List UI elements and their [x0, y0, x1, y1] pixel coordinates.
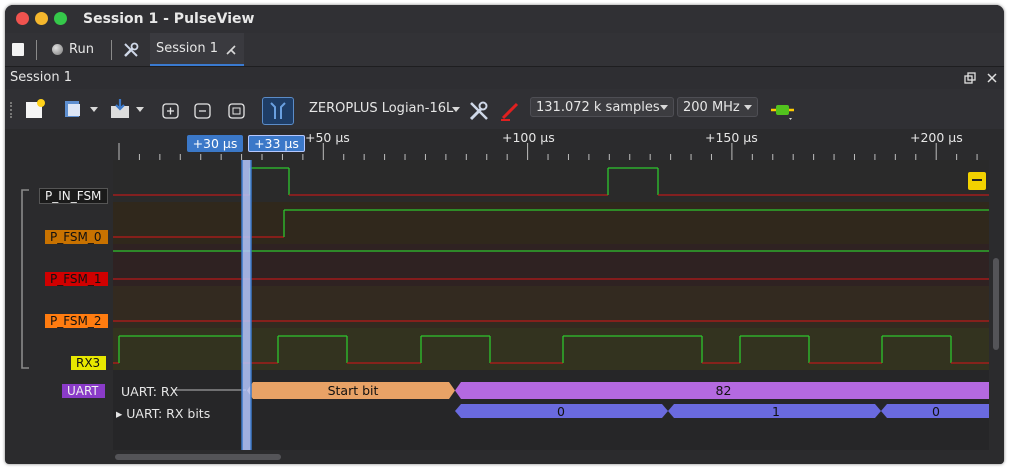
new-document-icon[interactable] — [12, 43, 24, 56]
device-config-icon[interactable] — [468, 100, 490, 122]
pulseview-window: Session 1 - PulseView Run Session 1 Sess… — [5, 5, 1004, 464]
session-dock-title: Session 1 — [10, 70, 73, 85]
session-toolbar: ZEROPLUS Logian-16L 131.072 k samples 20… — [5, 89, 1004, 129]
save-menu-arrow[interactable] — [136, 107, 144, 112]
cursor-2-flag[interactable]: +33 µs — [248, 135, 305, 152]
new-session-icon[interactable] — [24, 98, 46, 120]
tab-session-1[interactable]: Session 1 — [150, 33, 244, 66]
open-file-icon[interactable] — [63, 99, 85, 119]
channel-label-p-fsm-2[interactable]: P_FSM_2 — [45, 314, 108, 328]
annotation-bit-0[interactable]: 0 — [458, 404, 664, 419]
add-decoder-icon[interactable] — [770, 101, 796, 121]
main-toolbar: Run Session 1 — [5, 33, 1004, 67]
close-window-button[interactable] — [16, 12, 29, 25]
sample-count-value: 131.072 k samples — [536, 99, 660, 115]
probe-config-icon[interactable] — [500, 100, 524, 122]
trace-view[interactable]: UART: RX ▸ UART: RX bits Start bit 82 0 … — [113, 160, 989, 450]
channel-label-p-fsm-1[interactable]: P_FSM_1 — [45, 272, 108, 286]
zoom-fit-icon[interactable] — [228, 103, 246, 119]
ruler-label-50: +50 µs — [305, 130, 350, 145]
session-dock-bar: Session 1 — [5, 67, 1004, 89]
device-menu-arrow[interactable] — [452, 107, 460, 112]
cursor-2-time: +33 µs — [254, 136, 299, 151]
channel-label-rx3[interactable]: RX3 — [71, 356, 107, 370]
channel-label-p-in-fsm[interactable]: P_IN_FSM — [39, 188, 109, 204]
annotation-data-82[interactable]: 82 — [458, 382, 989, 399]
vertical-scroll-thumb[interactable] — [993, 258, 999, 350]
time-ruler[interactable]: +50 µs +100 µs +150 µs +200 µs +30 µs +3… — [113, 129, 989, 160]
zoom-in-icon[interactable] — [162, 103, 180, 119]
tab-close-icon[interactable] — [225, 44, 237, 56]
device-selector[interactable]: ZEROPLUS Logian-16L — [309, 93, 453, 123]
ruler-label-100: +100 µs — [502, 130, 555, 145]
channel-headers: P_IN_FSM P_FSM_0 P_FSM_1 P_FSM_2 RX3 UAR… — [5, 160, 113, 450]
float-dock-icon[interactable] — [964, 72, 976, 84]
trigger-marker-icon[interactable] — [968, 172, 986, 190]
ruler-label-200: +200 µs — [910, 130, 963, 145]
channel-label-p-fsm-0[interactable]: P_FSM_0 — [45, 230, 108, 244]
uart-rx-row-label: UART: RX — [121, 384, 179, 399]
zoom-out-icon[interactable] — [194, 103, 212, 119]
samplerate-select[interactable]: 200 MHz — [677, 97, 758, 117]
horizontal-scroll-thumb[interactable] — [115, 454, 281, 460]
open-menu-arrow[interactable] — [90, 107, 98, 112]
run-status-icon — [52, 44, 63, 55]
sample-count-select[interactable]: 131.072 k samples — [530, 97, 674, 117]
samplerate-value: 200 MHz — [683, 99, 740, 115]
title-bar: Session 1 - PulseView — [5, 5, 1004, 33]
show-cursors-toggle[interactable] — [262, 97, 294, 125]
settings-tools-icon[interactable] — [122, 41, 140, 59]
ruler-label-150: +150 µs — [705, 130, 758, 145]
uart-rx-bits-row-label[interactable]: ▸ UART: RX bits — [116, 406, 210, 421]
minimize-window-button[interactable] — [35, 12, 48, 25]
cursor-region — [242, 160, 251, 450]
run-label: Run — [69, 42, 94, 57]
cursor-icon — [270, 102, 286, 119]
annotation-bit-2[interactable]: 0 — [883, 404, 989, 419]
tab-label: Session 1 — [156, 41, 219, 56]
run-button[interactable]: Run — [52, 33, 94, 66]
cursor-1-time: +30 µs — [192, 136, 238, 151]
cursor-1-flag[interactable]: +30 µs — [187, 135, 243, 152]
window-title: Session 1 - PulseView — [83, 11, 255, 27]
save-file-icon[interactable] — [109, 98, 133, 120]
annotation-bit-1[interactable]: 1 — [670, 404, 882, 419]
device-name: ZEROPLUS Logian-16L — [309, 100, 454, 116]
toolbar-grip — [10, 102, 15, 118]
annotation-start-bit[interactable]: Start bit — [255, 382, 451, 399]
close-dock-icon[interactable] — [986, 72, 998, 84]
maximize-window-button[interactable] — [54, 12, 67, 25]
